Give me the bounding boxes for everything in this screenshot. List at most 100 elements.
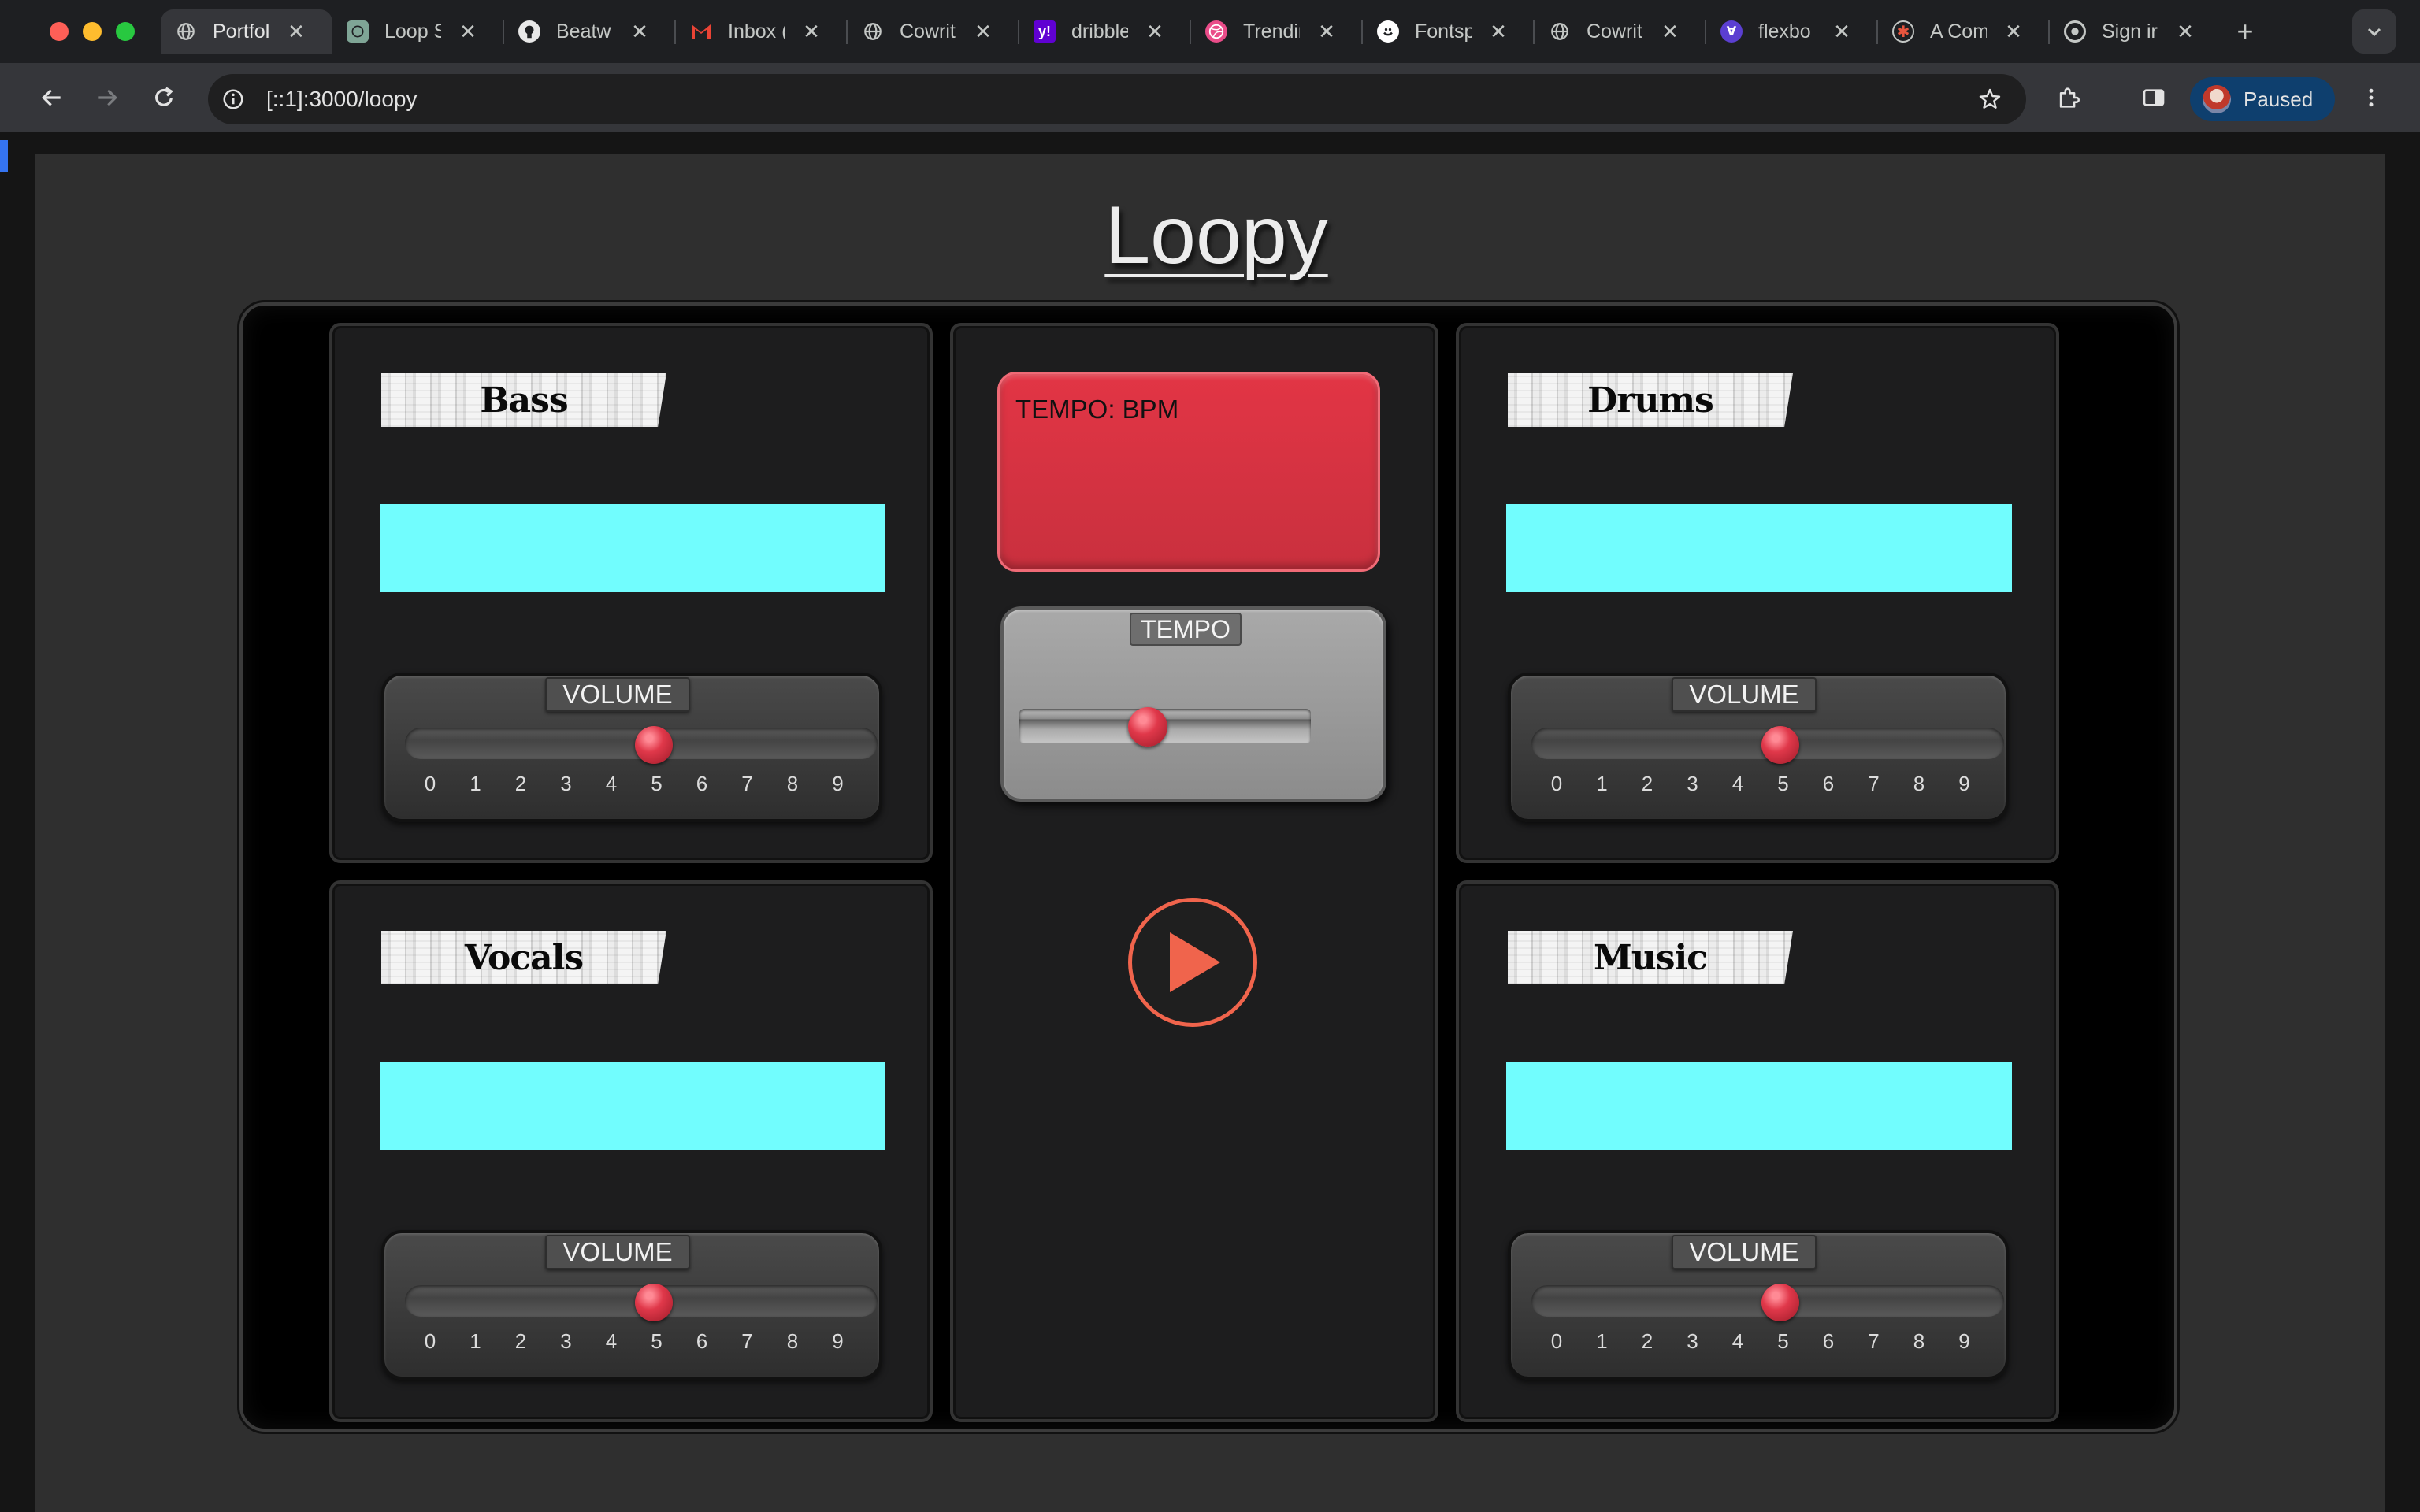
volume-label: VOLUME <box>1672 677 1817 712</box>
profile-button[interactable]: Paused <box>2190 77 2335 121</box>
address-bar[interactable]: [::1]:3000/loopy <box>208 74 2026 124</box>
tab-close-icon[interactable]: ✕ <box>971 19 996 44</box>
volume-scale-tick: 6 <box>696 1329 708 1353</box>
tab-close-icon[interactable]: ✕ <box>2001 19 2026 44</box>
tab-title: Sign ir <box>2102 20 2158 43</box>
volume-scale-tick: 2 <box>1641 1329 1654 1353</box>
track-card-music: Music VOLUME 0 1 2 3 4 5 6 7 8 9 <box>1456 880 2059 1422</box>
volume-scale-tick: 1 <box>470 772 481 795</box>
tab-title: flexbo <box>1758 20 1811 43</box>
track-display-vocals <box>380 1062 885 1150</box>
volume-scale-tick: 8 <box>786 1329 799 1353</box>
track-display-drums <box>1506 504 2012 592</box>
volume-panel-drums: VOLUME 0 1 2 3 4 5 6 7 8 9 <box>1508 673 2009 822</box>
volume-label: VOLUME <box>1672 1235 1817 1269</box>
tempo-label: TEMPO <box>1130 613 1242 646</box>
fontspace-icon <box>1377 20 1399 43</box>
volume-scale: 0 1 2 3 4 5 6 7 8 9 <box>414 772 871 799</box>
volume-panel-vocals: VOLUME 0 1 2 3 4 5 6 7 8 9 <box>381 1230 882 1380</box>
track-display-bass <box>380 504 885 592</box>
play-button[interactable] <box>1128 898 1257 1027</box>
tab-close-icon[interactable]: ✕ <box>2173 19 2198 44</box>
forward-button[interactable] <box>90 80 124 115</box>
window-close-button[interactable] <box>50 22 69 41</box>
browser-tab[interactable]: y! dribble ✕ <box>1019 9 1191 54</box>
google-icon <box>2064 20 2086 43</box>
new-tab-button[interactable]: + <box>2229 15 2261 47</box>
browser-tab[interactable]: Cowrit ✕ <box>848 9 1019 54</box>
page-title: Loopy <box>1104 190 1328 281</box>
browser-tab[interactable]: Trendir ✕ <box>1191 9 1363 54</box>
browser-tab[interactable]: Fontsp ✕ <box>1363 9 1535 54</box>
track-label-bass: Bass <box>381 373 666 427</box>
avatar <box>2203 85 2231 113</box>
extensions-button[interactable] <box>2051 80 2086 115</box>
window-zoom-button[interactable] <box>116 22 135 41</box>
volume-scale-tick: 0 <box>424 772 436 795</box>
browser-tab[interactable]: Portfol ✕ <box>161 9 332 54</box>
volume-scale-tick: 8 <box>786 772 799 795</box>
volume-scale-tick: 3 <box>1687 1329 1698 1353</box>
back-button[interactable] <box>35 80 69 115</box>
volume-scale-tick: 8 <box>1913 1329 1925 1353</box>
volume-scale-tick: 8 <box>1913 772 1925 795</box>
tab-close-icon[interactable]: ✕ <box>1829 19 1854 44</box>
kebab-menu-icon <box>2369 88 2374 107</box>
volume-scale-tick: 6 <box>696 772 708 795</box>
browser-tab[interactable]: Inbox ( ✕ <box>676 9 848 54</box>
browser-tab[interactable]: Cowrit ✕ <box>1535 9 1706 54</box>
globe-icon <box>862 20 884 43</box>
volume-scale: 0 1 2 3 4 5 6 7 8 9 <box>1541 772 1998 799</box>
tab-close-icon[interactable]: ✕ <box>284 19 309 44</box>
tab-close-icon[interactable]: ✕ <box>1657 19 1683 44</box>
volume-scale-tick: 1 <box>470 1329 481 1353</box>
scroll-indicator <box>0 140 8 172</box>
tab-close-icon[interactable]: ✕ <box>627 19 652 44</box>
tab-close-icon[interactable]: ✕ <box>455 19 481 44</box>
volume-scale-tick: 0 <box>424 1329 436 1353</box>
tab-title: Cowrit <box>900 20 956 43</box>
asterisk-icon: ✱ <box>1892 20 1914 43</box>
volume-slider-knob[interactable] <box>1761 1284 1799 1321</box>
side-panel-icon <box>2143 89 2165 106</box>
reload-button[interactable] <box>147 80 181 115</box>
volume-scale-tick: 5 <box>651 1329 663 1353</box>
browser-tab[interactable]: Beatw ✕ <box>504 9 676 54</box>
volume-scale-tick: 2 <box>514 1329 527 1353</box>
tab-close-icon[interactable]: ✕ <box>1142 19 1167 44</box>
tab-search-button[interactable] <box>2352 9 2396 54</box>
bookmark-star-icon[interactable] <box>1976 85 2004 113</box>
volume-slider-knob[interactable] <box>1761 726 1799 764</box>
tempo-readout: TEMPO: BPM <box>1015 395 1179 424</box>
tempo-slider-knob[interactable] <box>1127 707 1167 747</box>
tab-title: dribble <box>1071 20 1128 43</box>
tab-close-icon[interactable]: ✕ <box>799 19 824 44</box>
url-text[interactable]: [::1]:3000/loopy <box>266 87 417 112</box>
side-panel-button[interactable] <box>2136 80 2171 115</box>
tab-close-icon[interactable]: ✕ <box>1314 19 1339 44</box>
tempo-panel: TEMPO <box>1000 606 1386 802</box>
globe-icon <box>175 20 197 43</box>
volume-label: VOLUME <box>545 1235 690 1269</box>
browser-tab-strip: Portfol ✕ Loop S ✕ Beatw ✕ Inbox ( ✕ Cow… <box>0 0 2420 63</box>
volume-scale-tick: 7 <box>741 1329 753 1353</box>
volume-slider-knob[interactable] <box>634 1284 673 1321</box>
volume-scale-tick: 1 <box>1596 1329 1608 1353</box>
volume-scale-tick: 5 <box>651 772 663 795</box>
browser-tab[interactable]: ✱ A Com ✕ <box>1878 9 2050 54</box>
tab-close-icon[interactable]: ✕ <box>1486 19 1511 44</box>
profile-status-label: Paused <box>2244 87 2314 111</box>
browser-tab[interactable]: Loop S ✕ <box>332 9 504 54</box>
browser-tab[interactable]: ∀ flexbo ✕ <box>1706 9 1878 54</box>
volume-scale-tick: 4 <box>605 1329 618 1353</box>
window-minimize-button[interactable] <box>83 22 102 41</box>
tab-title: A Com <box>1930 20 1987 43</box>
browser-menu-button[interactable] <box>2354 80 2388 115</box>
volume-slider-knob[interactable] <box>634 726 673 764</box>
tab-title: Fontsp <box>1415 20 1472 43</box>
volume-scale-tick: 6 <box>1822 772 1835 795</box>
track-card-bass: Bass VOLUME 0 1 2 3 4 5 6 7 8 9 <box>329 323 933 863</box>
play-icon <box>1170 932 1220 992</box>
browser-tab[interactable]: Sign ir ✕ <box>2050 9 2221 54</box>
site-info-icon[interactable] <box>219 85 247 113</box>
